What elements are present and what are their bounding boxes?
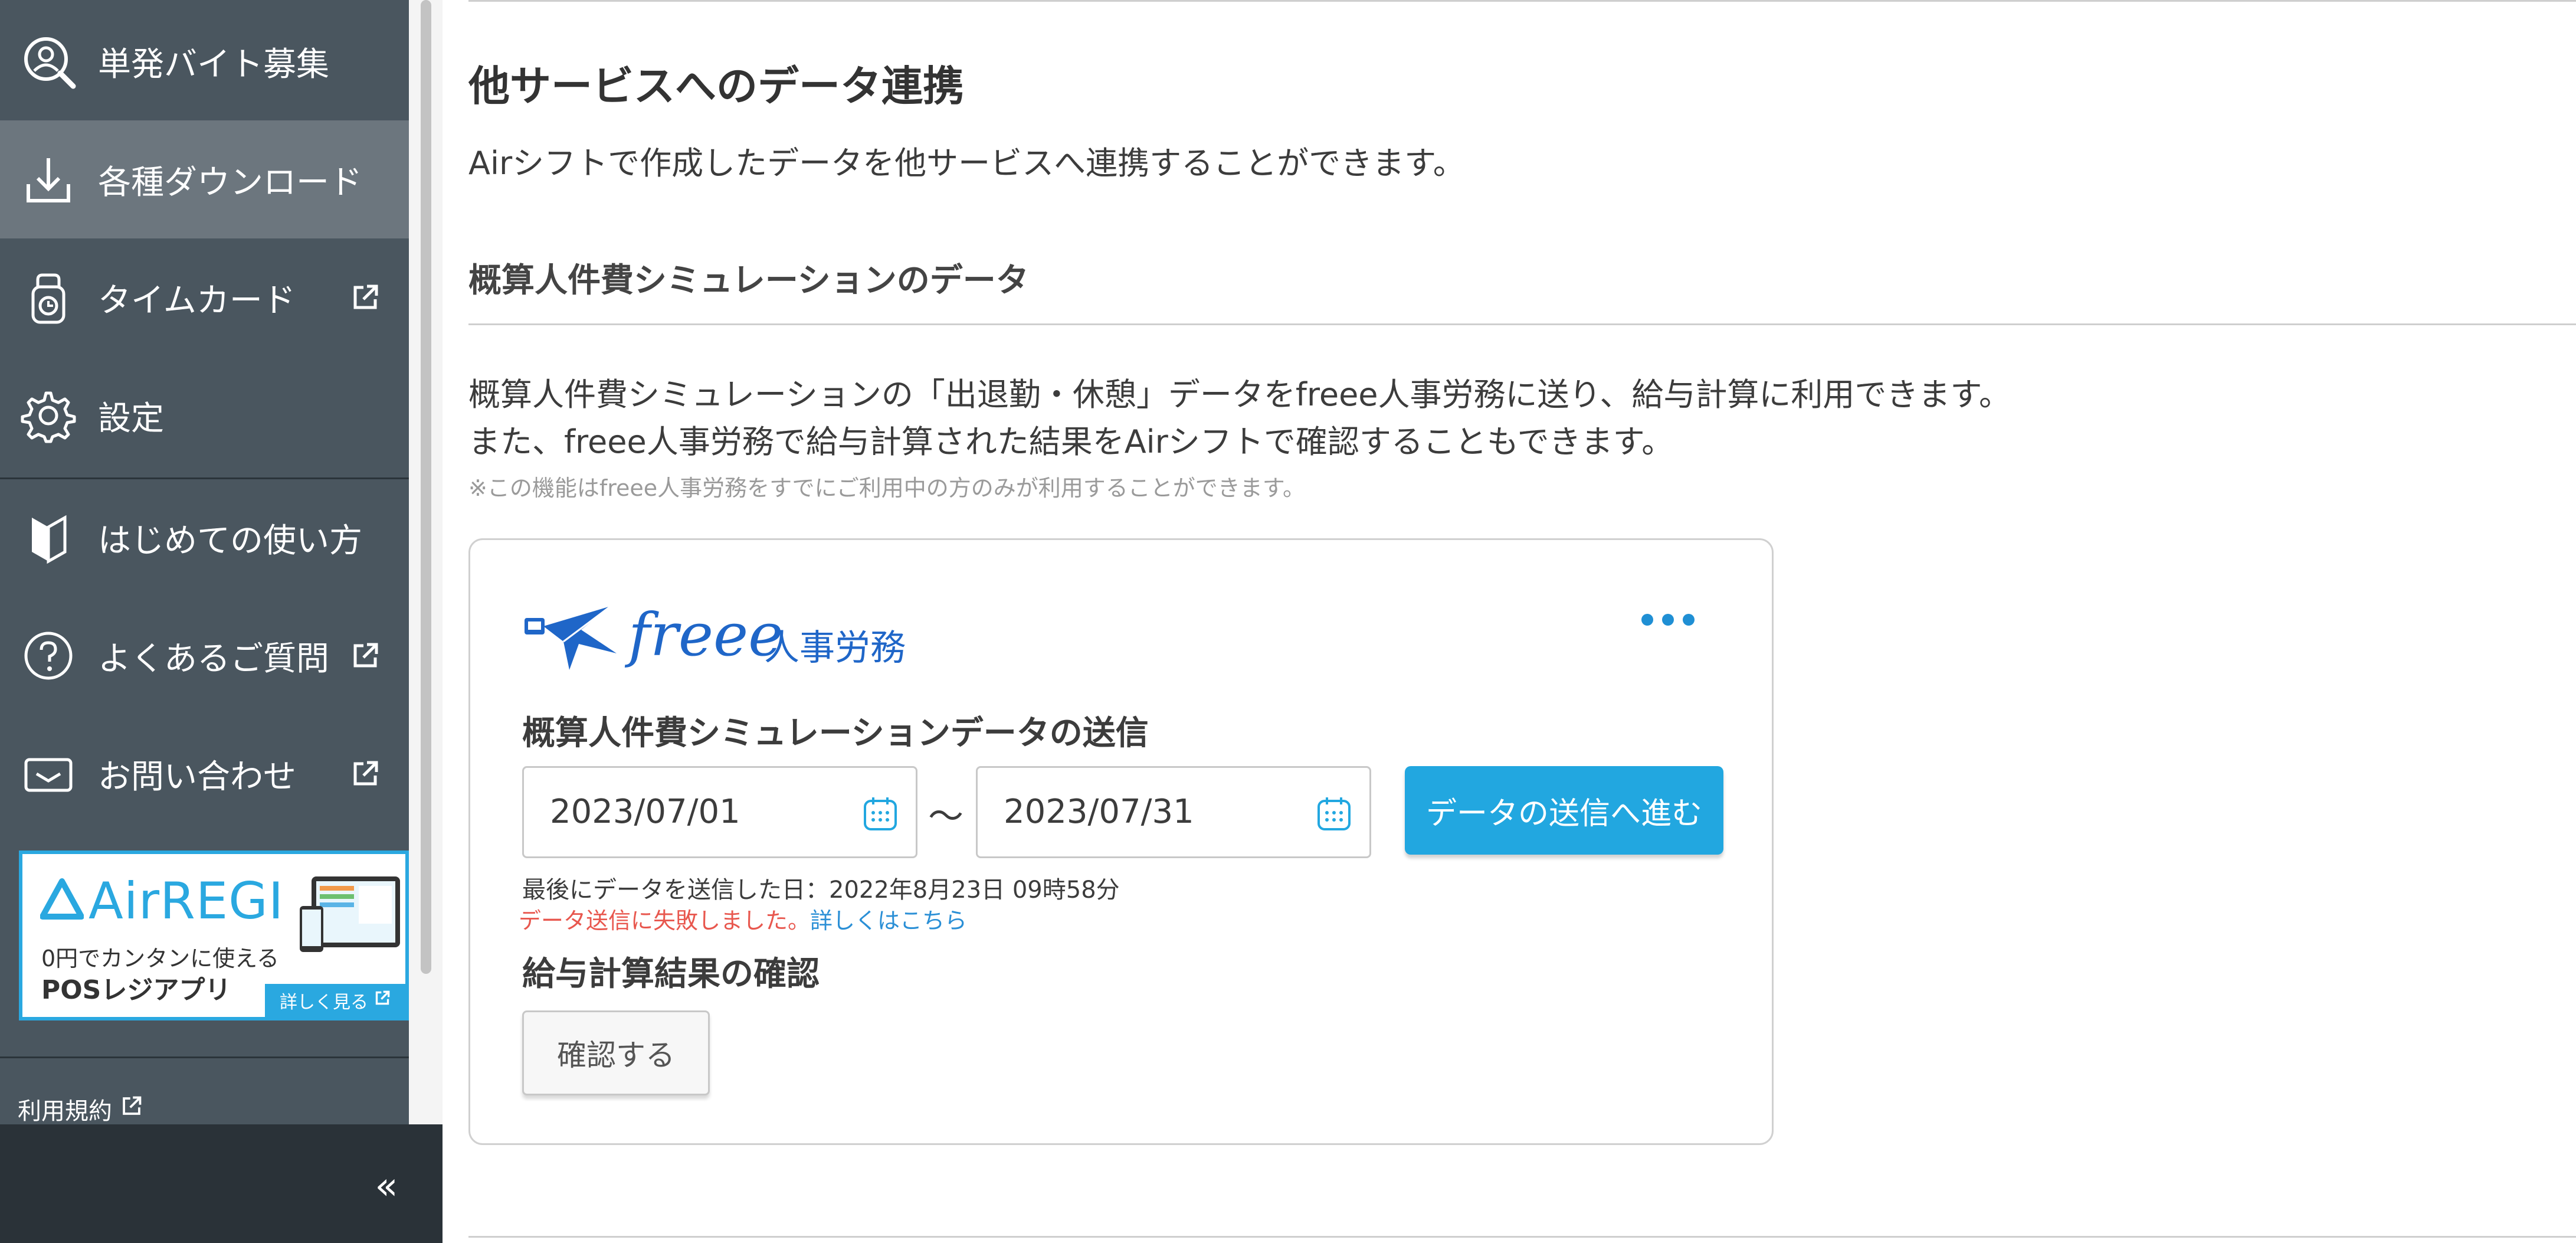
calendar-icon[interactable] [1315,795,1353,833]
airregi-tagline: 0円でカンタンに使える [41,946,280,971]
more-dot-icon [1641,614,1653,626]
airregi-product: POSレジアプリ [41,975,231,1005]
pos-devices-image [300,871,405,989]
sidebar: 単発バイト募集 各種ダウンロード タイムカード 設定 はじめての使い方 よくある… [0,0,409,1243]
sidebar-item-part-time-recruit[interactable]: 単発バイト募集 [0,2,409,120]
end-date-field[interactable]: 2023/07/31 [976,766,1371,858]
freee-integration-card: freee 人事労務 概算人件費シミュレーションデータの送信 2023/07/0… [468,538,1774,1145]
section-description: 概算人件費シミュレーションの「出退勤・休憩」データをfreee人事労務に送り、給… [468,376,2011,413]
freee-logo-subtext: 人事労務 [764,627,906,669]
sidebar-item-label: はじめての使い方 [98,521,362,560]
external-link-icon [350,283,380,312]
send-section-title: 概算人件費シミュレーションデータの送信 [522,714,1149,753]
start-date-value: 2023/07/01 [550,793,740,831]
send-error-message: データ送信に失敗しました。詳しくはこちら [519,902,967,935]
person-search-icon [20,33,77,90]
bottom-divider [468,1236,2576,1238]
sidebar-item-label: よくあるご質問 [98,639,329,678]
sidebar-item-settings[interactable]: 設定 [0,356,409,475]
sidebar-item-faq[interactable]: よくあるご質問 [0,597,409,715]
freee-logo: freee 人事労務 [522,594,923,683]
more-options-button[interactable] [1641,608,1695,632]
mail-icon [20,745,77,802]
beginner-mark-icon [20,509,77,566]
external-link-icon [120,1095,143,1123]
sidebar-scrollbar[interactable] [409,0,443,1124]
external-link-icon [350,759,380,789]
sidebar-item-label: 設定 [98,399,164,438]
terms-link[interactable]: 利用規約 [18,1092,143,1126]
start-date-field[interactable]: 2023/07/01 [522,766,917,858]
section-title: 概算人件費シミュレーションのデータ [468,261,1029,300]
terms-label: 利用規約 [18,1098,112,1125]
result-section-title: 給与計算結果の確認 [522,955,820,993]
page-title: 他サービスへのデータ連携 [468,62,964,110]
airregi-brand: AirREGI [89,872,284,931]
main-content: 他サービスへのデータ連携 Airシフトで作成したデータを他サービスへ連携すること… [443,0,2576,1243]
section-note: ※この機能はfreee人事労務をすでにご利用中の方のみが利用することができます。 [468,475,1305,501]
top-divider [468,0,2576,2]
proceed-send-data-button[interactable]: データの送信へ進む [1405,766,1723,855]
sidebar-item-timecard[interactable]: タイムカード [0,238,409,356]
section-description: また、freee人事労務で給与計算された結果をAirシフトで確認することもできま… [468,423,1674,460]
more-dot-icon [1683,614,1695,626]
sidebar-item-downloads[interactable]: 各種ダウンロード [0,120,409,238]
airregi-banner[interactable]: AirREGI 0円でカンタンに使える POSレジアプリ 詳しく見る [19,851,409,1020]
sidebar-divider [0,1056,409,1058]
download-icon [20,151,77,208]
scrollbar-thumb[interactable] [421,0,431,974]
section-divider [468,323,2576,325]
page-description: Airシフトで作成したデータを他サービスへ連携することができます。 [468,145,1465,182]
error-text: データ送信に失敗しました。 [519,908,811,934]
error-details-link[interactable]: 詳しくはこちら [810,908,967,934]
external-link-icon [350,641,380,670]
airregi-logo-icon [40,878,84,921]
gear-icon [20,387,77,444]
confirm-results-button[interactable]: 確認する [522,1010,710,1095]
sidebar-item-getting-started[interactable]: はじめての使い方 [0,479,409,597]
external-link-icon [374,990,391,1011]
sidebar-item-label: お問い合わせ [98,757,296,796]
freee-logo-text: freee [628,600,784,669]
more-dot-icon [1662,614,1674,626]
double-chevron-left-icon: « [375,1165,398,1208]
sidebar-item-label: 各種ダウンロード [98,163,362,202]
sidebar-item-contact[interactable]: お問い合わせ [0,715,409,833]
help-circle-icon [20,627,77,684]
collapse-sidebar-button[interactable]: « [366,1165,407,1208]
timecard-icon [20,269,77,326]
date-range-separator: 〜 [928,796,963,838]
last-sent-timestamp: 最後にデータを送信した日：2022年8月23日 09時58分 [522,876,1120,904]
sidebar-item-label: タイムカード [98,281,296,320]
airregi-more-link[interactable]: 詳しく見る [265,984,405,1017]
airregi-more-label: 詳しく見る [280,992,368,1013]
calendar-icon[interactable] [861,795,899,833]
end-date-value: 2023/07/31 [1004,793,1194,831]
sidebar-item-label: 単発バイト募集 [98,45,329,84]
